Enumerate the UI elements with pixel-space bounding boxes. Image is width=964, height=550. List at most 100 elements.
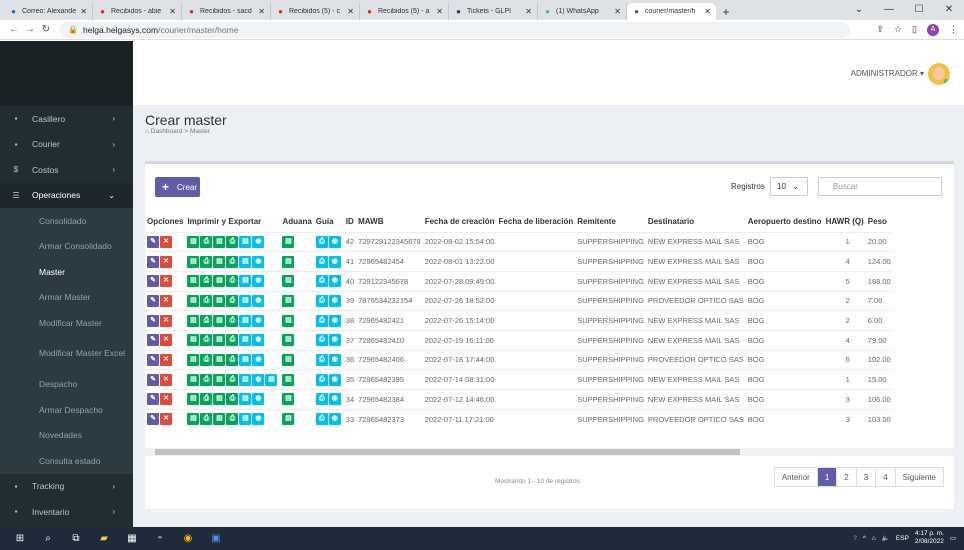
close-tab-icon[interactable]: ✕ [258, 7, 265, 16]
edit-pencil-icon[interactable]: ✎ [147, 353, 159, 366]
chrome-icon[interactable]: ◉ [178, 533, 198, 544]
document-icon[interactable]: ▤ [239, 334, 252, 347]
excel-export-icon[interactable]: ▤ [282, 353, 295, 366]
print-icon[interactable]: ⎙ [200, 275, 213, 288]
excel-export-icon[interactable]: ▤ [282, 373, 295, 386]
document-icon[interactable]: ▤ [239, 314, 252, 327]
close-tab-icon[interactable]: ✕ [347, 7, 354, 16]
view-eye-icon[interactable]: ◉ [328, 393, 341, 406]
browser-tab[interactable]: ● (1) WhatsApp ✕ [538, 3, 627, 20]
view-eye-icon[interactable]: ◉ [328, 235, 341, 248]
file-explorer-icon[interactable]: ▰ [94, 533, 114, 544]
pagination-prev[interactable]: Anterior [775, 468, 818, 486]
delete-x-icon[interactable]: ✕ [160, 314, 172, 327]
scrollbar-thumb[interactable] [155, 449, 740, 455]
view-eye-icon[interactable]: ◉ [328, 373, 341, 386]
back-icon[interactable]: ← [6, 24, 22, 35]
print-icon[interactable]: ⎙ [200, 413, 213, 426]
column-header[interactable]: Destinatario [646, 212, 746, 232]
print-icon[interactable]: ⎙ [200, 294, 213, 307]
browser-tab[interactable]: ● courier/master/h ✕ [627, 3, 716, 20]
document-icon[interactable]: ▤ [239, 373, 252, 386]
excel-export-icon[interactable]: ▤ [282, 393, 295, 406]
column-header[interactable]: Guía [314, 212, 344, 232]
view-eye-icon[interactable]: ◉ [252, 373, 265, 386]
pagination-page[interactable]: 4 [876, 468, 896, 486]
print-icon[interactable]: ⎙ [315, 255, 328, 268]
document-icon[interactable]: ▤ [239, 353, 252, 366]
close-tab-icon[interactable]: ✕ [614, 7, 621, 16]
column-header[interactable]: Fecha de creación [423, 212, 497, 232]
sidebar-item[interactable]: ▪ Casillero › [0, 106, 133, 132]
close-window-button[interactable]: ✕ [934, 0, 964, 20]
minimize-button[interactable]: — [874, 0, 904, 20]
edit-pencil-icon[interactable]: ✎ [147, 314, 159, 327]
search-icon[interactable]: ⌕ [38, 533, 58, 544]
print-icon[interactable]: ⎙ [200, 334, 213, 347]
print-icon[interactable]: ⎙ [226, 275, 239, 288]
view-eye-icon[interactable]: ◉ [328, 353, 341, 366]
windows-start-icon[interactable]: ⊞ [10, 533, 30, 544]
reload-icon[interactable]: ↻ [38, 24, 54, 35]
column-header[interactable]: Imprimir y Exportar [185, 212, 280, 232]
print-icon[interactable]: ⎙ [315, 393, 328, 406]
print-icon[interactable]: ⎙ [226, 334, 239, 347]
pagination-page[interactable]: 1 [817, 468, 838, 486]
document-icon[interactable]: ▤ [239, 413, 252, 426]
excel-export-icon[interactable]: ▤ [213, 255, 226, 268]
url-field[interactable]: 🔒 helga.helgasys.com/courier/master/home [60, 21, 850, 38]
browser-tab[interactable]: ● Tickets - GLPI ✕ [449, 3, 538, 20]
view-eye-icon[interactable]: ◉ [328, 255, 341, 268]
view-eye-icon[interactable]: ◉ [328, 275, 341, 288]
column-header[interactable]: Fecha de liberación [497, 212, 576, 232]
submenu-item[interactable]: Modificar Master [0, 310, 133, 336]
close-tab-icon[interactable]: ✕ [169, 7, 176, 16]
user-menu[interactable]: ADMINISTRADOR ▾ [851, 69, 924, 78]
print-icon[interactable]: ⎙ [226, 353, 239, 366]
column-header[interactable]: ID [344, 212, 356, 232]
excel-export-icon[interactable]: ▤ [282, 413, 295, 426]
close-tab-icon[interactable]: ✕ [436, 7, 443, 16]
sidebar-item[interactable]: $ Costos › [0, 157, 133, 183]
print-icon[interactable]: ⎙ [200, 235, 213, 248]
print-icon[interactable]: ⎙ [226, 314, 239, 327]
edit-pencil-icon[interactable]: ✎ [147, 373, 159, 386]
close-tab-icon[interactable]: ✕ [80, 7, 87, 16]
browser-tab[interactable]: ● Recibidos (5) - a ✕ [360, 3, 449, 20]
excel-export-icon[interactable]: ▤ [213, 373, 226, 386]
edge-icon[interactable]: ◓ [150, 533, 170, 544]
language-indicator[interactable]: ESP [896, 535, 909, 542]
network-icon[interactable]: ⌂ [872, 535, 876, 542]
volume-icon[interactable]: 🔈 [882, 534, 890, 542]
excel-export-icon[interactable]: ▤ [213, 334, 226, 347]
sidepanel-icon[interactable]: ▯ [912, 24, 917, 35]
print-icon[interactable]: ⎙ [226, 235, 239, 248]
new-tab-button[interactable]: + [716, 3, 736, 20]
submenu-item[interactable]: Armar Despacho [0, 397, 133, 423]
print-icon[interactable]: ⎙ [200, 393, 213, 406]
excel-export-icon[interactable]: ▤ [282, 255, 295, 268]
view-eye-icon[interactable]: ◉ [252, 235, 265, 248]
registros-select[interactable]: 10 ⌄ [770, 177, 808, 196]
browser-tab[interactable]: ● Recibidos (5) - c ✕ [271, 3, 360, 20]
print-icon[interactable]: ⎙ [315, 294, 328, 307]
print-icon[interactable]: ⎙ [315, 275, 328, 288]
view-eye-icon[interactable]: ◉ [252, 255, 265, 268]
help-icon[interactable]: ? [853, 535, 857, 542]
view-eye-icon[interactable]: ◉ [252, 334, 265, 347]
submenu-item[interactable]: Armar Master [0, 285, 133, 311]
document-icon[interactable]: ▤ [239, 275, 252, 288]
submenu-item[interactable]: Novedades [0, 423, 133, 449]
delete-x-icon[interactable]: ✕ [160, 353, 172, 366]
view-eye-icon[interactable]: ◉ [328, 314, 341, 327]
view-eye-icon[interactable]: ◉ [328, 294, 341, 307]
excel-export-icon[interactable]: ▤ [187, 294, 200, 307]
browser-tab[interactable]: ● Correo: Alexande ✕ [4, 3, 93, 20]
forward-icon[interactable]: → [22, 24, 38, 35]
task-view-icon[interactable]: ⧉ [66, 533, 86, 544]
avatar[interactable] [928, 63, 950, 85]
edit-pencil-icon[interactable]: ✎ [147, 334, 159, 347]
submenu-item[interactable]: Armar Consolidado [0, 234, 133, 260]
view-eye-icon[interactable]: ◉ [252, 393, 265, 406]
excel-export-icon[interactable]: ▤ [187, 373, 200, 386]
